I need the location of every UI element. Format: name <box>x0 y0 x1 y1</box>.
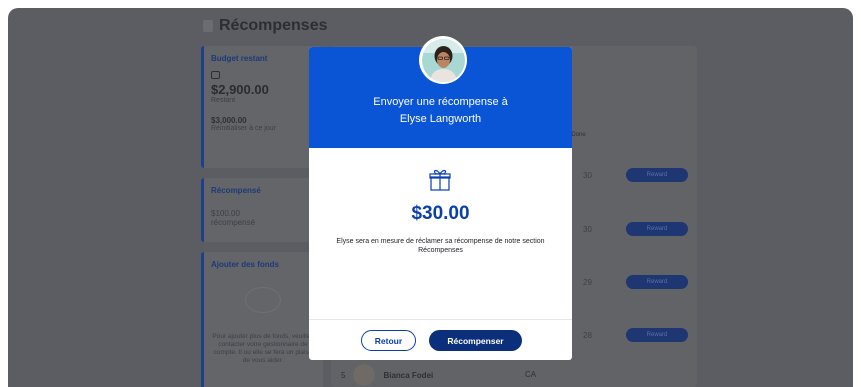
rewarded-amount-label: récompensé <box>211 218 256 227</box>
budget-amount: $2,900.00 <box>211 82 269 97</box>
rewards-icon <box>203 20 213 32</box>
modal-footer: Retour Récompenser <box>309 319 572 360</box>
reward-modal: Envoyer une récompense à Elyse Langworth… <box>309 36 572 360</box>
trophy-count: 30 <box>583 171 592 180</box>
reward-button[interactable]: Reward <box>626 222 688 236</box>
add-funds-help: Pour ajouter plus de fonds, veuillez con… <box>212 333 314 364</box>
budget-amount-label: Restant <box>211 97 236 104</box>
wallet-icon <box>211 71 220 79</box>
avatar <box>353 364 376 386</box>
page-title: Récompenses <box>219 17 328 34</box>
budget-card: Budget restant $2,900.00 Restant $3,000.… <box>201 46 323 168</box>
gift-icon <box>427 167 453 198</box>
left-column: Budget restant $2,900.00 Restant $3,000.… <box>201 46 323 387</box>
trophy-count: 28 <box>583 331 592 340</box>
modal-header: Envoyer une récompense à Elyse Langworth <box>309 36 572 148</box>
card-accent <box>201 252 204 387</box>
page-header: Récompenses <box>203 17 328 35</box>
rewarded-amount: $100.00 <box>211 209 240 218</box>
participant-name: Bianca Fodei <box>383 370 434 380</box>
add-funds-title: Ajouter des fonds <box>211 260 280 269</box>
back-button[interactable]: Retour <box>361 330 416 351</box>
reset-amount: $3,000.00 <box>211 116 247 125</box>
rewarded-card: Récompensé $100.00 récompensé <box>201 178 323 242</box>
reward-button[interactable]: Reward <box>626 275 688 289</box>
reset-label: Réinitialiser à ce jour <box>211 125 276 132</box>
recipient-name: Elyse Langworth <box>399 113 482 125</box>
card-accent <box>201 46 204 168</box>
card-accent <box>201 178 204 242</box>
trophy-count: 30 <box>583 225 592 234</box>
budget-card-title: Budget restant <box>211 54 268 63</box>
avatar <box>421 38 465 82</box>
trophy-count: 29 <box>583 278 592 287</box>
reward-button[interactable]: Reward <box>626 328 688 342</box>
rank-number: 5 <box>341 370 346 380</box>
add-funds-card: Ajouter des fonds Pour ajouter plus de f… <box>201 252 323 387</box>
reward-amount: $30.00 <box>411 203 470 224</box>
reward-description: Elyse sera en mesure de réclamer sa réco… <box>336 238 545 254</box>
country-code: CA <box>525 370 537 379</box>
recipient-avatar-frame <box>419 36 467 84</box>
modal-title: Envoyer une récompense à <box>373 96 508 108</box>
reward-button[interactable]: Reward <box>626 168 688 182</box>
rewarded-card-title: Récompensé <box>211 186 261 195</box>
piggy-bank-icon <box>245 287 281 313</box>
confirm-reward-button[interactable]: Récompenser <box>429 330 522 351</box>
list-item: 5 Bianca Fodei CA <box>341 364 536 386</box>
